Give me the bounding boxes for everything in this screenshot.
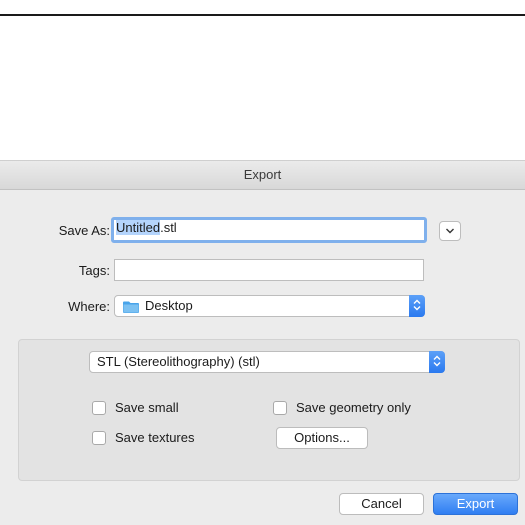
save-small-checkbox[interactable]: [92, 401, 106, 415]
where-popup-arrows: [409, 295, 425, 317]
format-popup[interactable]: STL (Stereolithography) (stl): [89, 351, 445, 373]
tags-label: Tags:: [78, 263, 110, 278]
dialog-title: Export: [0, 161, 525, 190]
format-popup-arrows: [429, 351, 445, 373]
folder-icon: [123, 301, 139, 313]
save-small-label: Save small: [115, 400, 179, 415]
file-extension: .stl: [160, 220, 177, 235]
options-button[interactable]: Options...: [276, 427, 368, 449]
page: Export Save As: Untitled.stl Tags: Where…: [0, 0, 525, 525]
cancel-button[interactable]: Cancel: [339, 493, 424, 515]
updown-arrows-icon: [413, 299, 421, 311]
save-textures-checkbox[interactable]: [92, 431, 106, 445]
chevron-down-icon: [446, 228, 454, 234]
format-value: STL (Stereolithography) (stl): [97, 354, 260, 369]
where-popup[interactable]: Desktop: [114, 295, 425, 317]
export-button[interactable]: Export: [433, 493, 518, 515]
expand-button[interactable]: [439, 221, 461, 241]
tags-field[interactable]: [114, 259, 424, 281]
top-divider: [0, 14, 525, 16]
save-textures-label: Save textures: [115, 430, 195, 445]
save-geometry-only-checkbox[interactable]: [273, 401, 287, 415]
export-options-panel: STL (Stereolithography) (stl) Save small…: [18, 339, 520, 481]
save-as-label: Save As:: [58, 223, 110, 238]
save-geometry-only-label: Save geometry only: [296, 400, 411, 415]
updown-arrows-icon: [433, 355, 441, 367]
export-dialog: Export Save As: Untitled.stl Tags: Where…: [0, 160, 525, 525]
where-value: Desktop: [145, 298, 193, 313]
where-label: Where:: [68, 299, 110, 314]
save-as-field[interactable]: Untitled.stl: [111, 217, 427, 243]
file-name-selected: Untitled: [116, 220, 161, 235]
